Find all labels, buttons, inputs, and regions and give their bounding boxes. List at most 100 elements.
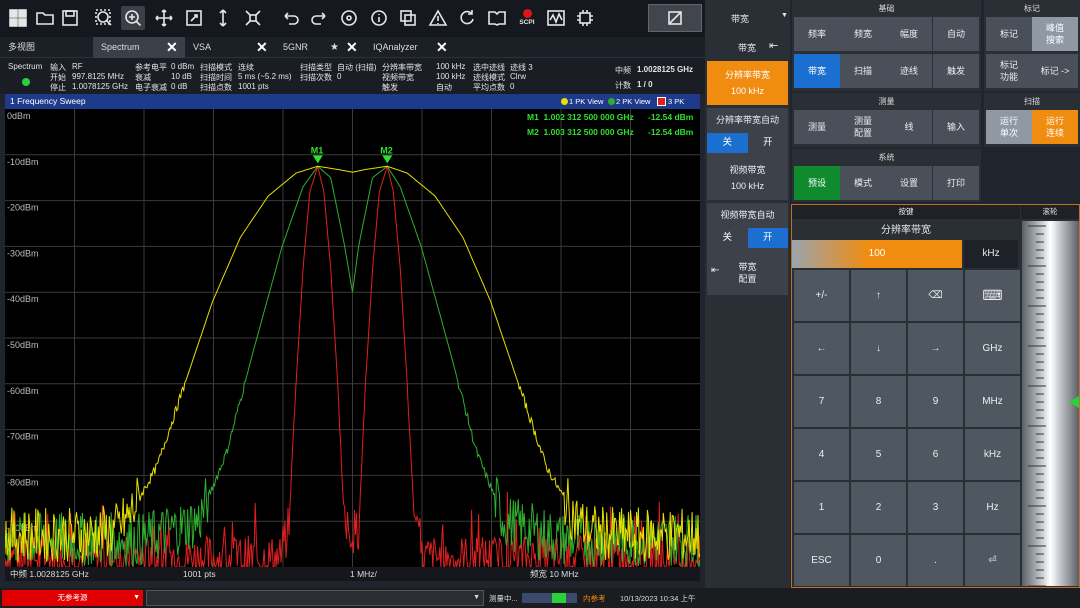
rbw-auto-on[interactable]: 开	[747, 133, 788, 153]
move-icon[interactable]	[152, 6, 176, 30]
mhz-key[interactable]: MHz	[965, 376, 1020, 427]
amplitude-button[interactable]: 幅度	[886, 17, 932, 51]
reference-source-select[interactable]: 无参考源 ▼	[2, 590, 143, 606]
input-button[interactable]: 输入	[933, 110, 979, 144]
close-icon[interactable]: ✕	[166, 40, 178, 54]
copy-icon[interactable]	[396, 6, 420, 30]
key-1[interactable]: 1	[794, 482, 849, 533]
keyboard-key[interactable]: ⌨	[965, 270, 1020, 321]
run-continuous-button[interactable]: 运行 连续	[1032, 110, 1078, 144]
tab-vsa[interactable]: VSA ✕	[185, 37, 275, 58]
khz-key[interactable]: kHz	[965, 429, 1020, 480]
warning-icon[interactable]	[426, 6, 450, 30]
tab-iqanalyzer[interactable]: IQAnalyzer ✕	[365, 37, 455, 58]
chevron-down-icon[interactable]: ▼	[781, 12, 788, 19]
waveform-icon[interactable]	[544, 6, 568, 30]
spectrum-plot[interactable]: 0dBm -10dBm -20dBm -30dBm -40dBm -50dBm -60dBm…	[4, 109, 701, 569]
ghz-key[interactable]: GHz	[965, 323, 1020, 374]
book-icon[interactable]	[485, 6, 509, 30]
decimal-key[interactable]: .	[908, 535, 963, 586]
measurement-info-panel: Spectrum 输入 开始 停止 RF 997.8125 MHz 1.0078…	[0, 58, 705, 94]
key-8[interactable]: 8	[851, 376, 906, 427]
vertical-arrows-icon[interactable]	[211, 6, 235, 30]
bandwidth-button[interactable]: 带宽	[794, 54, 840, 88]
scpi-button[interactable]: SCPI	[514, 6, 540, 30]
up-arrow-key[interactable]: ↑	[851, 270, 906, 321]
close-icon[interactable]: ✕	[346, 40, 358, 54]
key-4[interactable]: 4	[794, 429, 849, 480]
zoom-in-icon[interactable]	[121, 6, 145, 30]
left-arrow-key[interactable]: ←	[794, 323, 849, 374]
tab-multiview[interactable]: 多视图	[0, 37, 92, 58]
redo-icon[interactable]	[307, 6, 331, 30]
plus-minus-key[interactable]: +/-	[794, 270, 849, 321]
preset-button[interactable]: 预设	[794, 166, 840, 200]
vbw-auto-toggle[interactable]: 关开	[707, 228, 788, 248]
scroll-wheel[interactable]	[1022, 221, 1079, 587]
marker-triangle-icon[interactable]	[382, 155, 393, 164]
close-icon[interactable]: ✕	[256, 40, 268, 54]
right-arrow-key[interactable]: →	[908, 323, 963, 374]
rbw-button[interactable]: 分辨率带宽 100 kHz	[707, 61, 788, 105]
vbw-auto-on[interactable]: 开	[747, 228, 788, 248]
rbw-auto-toggle[interactable]: 关开	[707, 133, 788, 153]
tab-spectrum[interactable]: Spectrum ✕	[93, 37, 185, 58]
info-value: 0	[510, 82, 515, 91]
peak-search-button[interactable]: 峰值 搜索	[1032, 17, 1078, 51]
star-icon[interactable]: ★	[330, 37, 339, 58]
measure-button[interactable]: 测量	[794, 110, 840, 144]
setup-button[interactable]: 设置	[886, 166, 932, 200]
rbw-auto-off[interactable]: 关	[707, 133, 748, 153]
down-arrow-key[interactable]: ↓	[851, 323, 906, 374]
mode-button[interactable]: 模式	[840, 166, 886, 200]
trigger-button[interactable]: 触发	[933, 54, 979, 88]
line-button[interactable]: 线	[886, 110, 932, 144]
vbw-button[interactable]: 视频带宽 100 kHz	[707, 156, 788, 200]
fit-icon[interactable]	[241, 6, 265, 30]
trace-button[interactable]: 迹线	[886, 54, 932, 88]
bw-config-button[interactable]: ⇤ 带宽 配置	[707, 251, 788, 295]
refresh-icon[interactable]	[455, 6, 479, 30]
key-0[interactable]: 0	[851, 535, 906, 586]
zoom-area-icon[interactable]	[92, 6, 116, 30]
tab-5gnr[interactable]: 5GNR ★ ✕	[275, 37, 365, 58]
fullscreen-icon[interactable]	[648, 4, 702, 32]
key-9[interactable]: 9	[908, 376, 963, 427]
keypad-value-input[interactable]: 100	[792, 240, 962, 268]
key-5[interactable]: 5	[851, 429, 906, 480]
save-icon[interactable]	[58, 6, 82, 30]
legend-trace1[interactable]: 1 PK View	[569, 94, 603, 109]
key-6[interactable]: 6	[908, 429, 963, 480]
windows-start-icon[interactable]	[6, 6, 30, 30]
tab-label: Spectrum	[101, 42, 140, 52]
marker-function-button[interactable]: 标记 功能	[986, 54, 1032, 88]
resize-icon[interactable]	[182, 6, 206, 30]
backspace-key[interactable]: ⌫	[908, 270, 963, 321]
key-2[interactable]: 2	[851, 482, 906, 533]
run-single-button[interactable]: 运行 单次	[986, 110, 1032, 144]
folder-icon[interactable]	[33, 6, 57, 30]
back-arrow-icon[interactable]: ⇤	[769, 39, 778, 52]
marker-to-button[interactable]: 标记 ->	[1032, 54, 1078, 88]
settings-dial-icon[interactable]	[337, 6, 361, 30]
vbw-auto-off[interactable]: 关	[707, 228, 748, 248]
key-3[interactable]: 3	[908, 482, 963, 533]
close-icon[interactable]: ✕	[436, 40, 448, 54]
key-7[interactable]: 7	[794, 376, 849, 427]
print-button[interactable]: 打印	[933, 166, 979, 200]
hz-key[interactable]: Hz	[965, 482, 1020, 533]
legend-trace2[interactable]: 2 PK View	[616, 94, 650, 109]
auto-button[interactable]: 自动	[933, 17, 979, 51]
chip-icon[interactable]	[573, 6, 597, 30]
measure-config-button[interactable]: 测量 配置	[840, 110, 886, 144]
marker-button[interactable]: 标记	[986, 17, 1032, 51]
freq-button[interactable]: 频率	[794, 17, 840, 51]
esc-key[interactable]: ESC	[794, 535, 849, 586]
span-button[interactable]: 频宽	[840, 17, 886, 51]
undo-icon[interactable]	[279, 6, 303, 30]
sweep-button[interactable]: 扫描	[840, 54, 886, 88]
message-select[interactable]: ▼	[146, 590, 484, 606]
marker-triangle-icon[interactable]	[312, 155, 323, 164]
enter-key[interactable]: ⏎	[965, 535, 1020, 586]
info-icon[interactable]	[367, 6, 391, 30]
